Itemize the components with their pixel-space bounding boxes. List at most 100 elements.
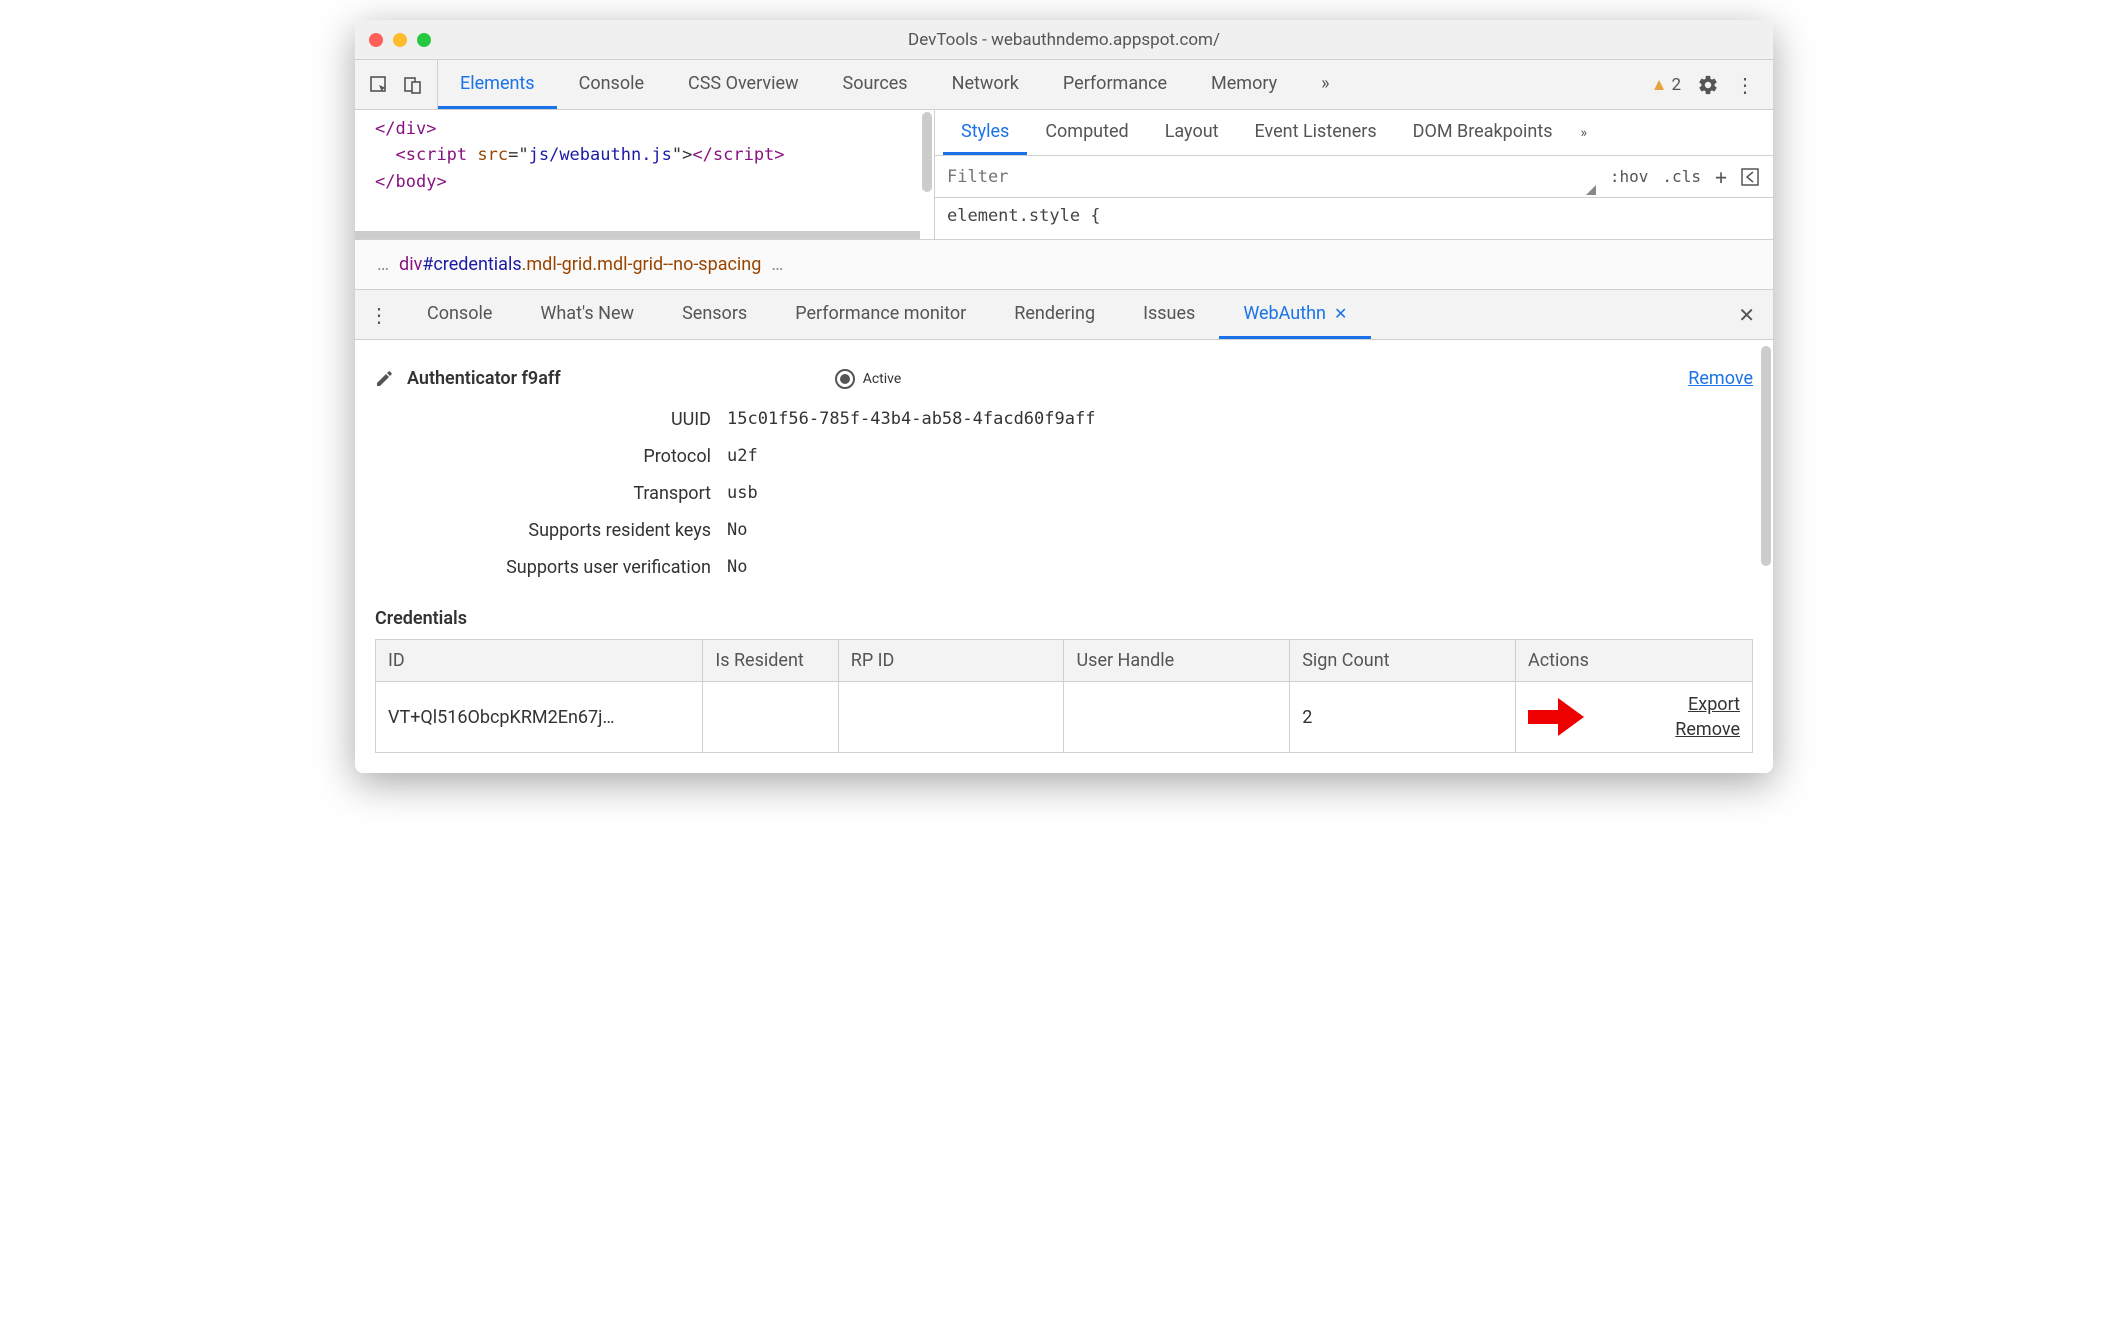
close-window-button[interactable] [369, 33, 383, 47]
th-rp-id: RP ID [838, 640, 1064, 682]
styles-tabs-overflow-icon[interactable]: » [1571, 110, 1598, 155]
prop-label: Supports user verification [467, 557, 727, 578]
annotation-arrow-icon [1528, 696, 1584, 738]
credentials-table: ID Is Resident RP ID User Handle Sign Co… [375, 639, 1753, 753]
styles-filter-buttons: :hov .cls + [1596, 156, 1773, 197]
panel-vscrollbar[interactable] [1761, 346, 1771, 566]
prop-value: No [727, 520, 747, 541]
th-is-resident: Is Resident [703, 640, 838, 682]
dom-breadcrumb[interactable]: … div#credentials.mdl-grid.mdl-grid--no-… [355, 240, 1773, 290]
drawer-tab-webauthn[interactable]: WebAuthn ✕ [1219, 290, 1371, 339]
window-titlebar: DevTools - webauthndemo.appspot.com/ [355, 20, 1773, 60]
cell-id: VT+Ql516ObcpKRM2En67j… [376, 682, 703, 753]
main-toolbar: Elements Console CSS Overview Sources Ne… [355, 60, 1773, 110]
tab-memory[interactable]: Memory [1189, 60, 1299, 109]
table-row: VT+Ql516ObcpKRM2En67j… 2 Export Remove [376, 682, 1753, 753]
dom-vscrollbar[interactable] [922, 112, 932, 192]
active-radio[interactable]: Active [835, 369, 902, 389]
credentials-heading: Credentials [375, 608, 1753, 629]
cell-is-resident [703, 682, 838, 753]
prop-value: 15c01f56-785f-43b4-ab58-4facd60f9aff [727, 409, 1095, 430]
main-tabs: Elements Console CSS Overview Sources Ne… [438, 60, 1633, 109]
breadcrumb-prev[interactable]: … [367, 254, 399, 275]
breadcrumb-item[interactable]: div#credentials.mdl-grid.mdl-grid--no-sp… [399, 254, 761, 275]
hov-toggle[interactable]: :hov [1610, 167, 1649, 186]
tab-elements[interactable]: Elements [438, 60, 557, 109]
maximize-window-button[interactable] [417, 33, 431, 47]
minimize-window-button[interactable] [393, 33, 407, 47]
authenticator-header: Authenticator f9aff Active Remove [375, 368, 1753, 389]
prop-label: Protocol [467, 446, 727, 467]
th-sign-count: Sign Count [1290, 640, 1516, 682]
drawer-menu-icon[interactable]: ⋮ [355, 290, 403, 339]
active-label: Active [863, 371, 902, 387]
add-rule-icon[interactable]: + [1715, 165, 1727, 189]
styles-filter-input[interactable] [935, 156, 1592, 197]
cell-sign-count: 2 [1290, 682, 1516, 753]
prop-value: usb [727, 483, 758, 504]
styles-filter-row: :hov .cls + [935, 156, 1773, 198]
th-user-handle: User Handle [1064, 640, 1290, 682]
cell-actions: Export Remove [1515, 682, 1752, 753]
cls-toggle[interactable]: .cls [1662, 167, 1701, 186]
styles-tab-layout[interactable]: Layout [1147, 110, 1237, 155]
tabs-overflow-icon[interactable]: » [1299, 60, 1351, 109]
tab-performance[interactable]: Performance [1041, 60, 1189, 109]
prop-label: UUID [467, 409, 727, 430]
authenticator-props: UUID 15c01f56-785f-43b4-ab58-4facd60f9af… [375, 409, 1753, 578]
prop-row-protocol: Protocol u2f [467, 446, 1753, 467]
prop-label: Transport [467, 483, 727, 504]
warning-icon: ▲ [1651, 75, 1668, 95]
tab-console[interactable]: Console [557, 60, 666, 109]
element-style-rule[interactable]: element.style { [935, 198, 1773, 234]
breadcrumb-next[interactable]: … [761, 254, 793, 275]
toolbar-right: ▲ 2 ⋮ [1633, 60, 1773, 109]
drawer-tab-performance-monitor[interactable]: Performance monitor [771, 290, 990, 339]
tab-network[interactable]: Network [930, 60, 1041, 109]
styles-tab-dom-breakpoints[interactable]: DOM Breakpoints [1395, 110, 1571, 155]
devtools-window: DevTools - webauthndemo.appspot.com/ Ele… [355, 20, 1773, 773]
drawer-tab-console[interactable]: Console [403, 290, 516, 339]
dom-tree-pane[interactable]: </div> <script src="js/webauthn.js"></sc… [355, 110, 935, 239]
authenticator-title: Authenticator f9aff [407, 368, 561, 389]
drawer-tab-issues[interactable]: Issues [1119, 290, 1219, 339]
th-id: ID [376, 640, 703, 682]
filter-resize-handle[interactable] [1586, 185, 1596, 195]
cell-user-handle [1064, 682, 1290, 753]
prop-row-resident-keys: Supports resident keys No [467, 520, 1753, 541]
traffic-lights [355, 33, 431, 47]
prop-value: u2f [727, 446, 758, 467]
window-title: DevTools - webauthndemo.appspot.com/ [908, 30, 1220, 50]
drawer-tabs: ⋮ Console What's New Sensors Performance… [355, 290, 1773, 340]
prop-label: Supports resident keys [467, 520, 727, 541]
remove-authenticator-link[interactable]: Remove [1688, 368, 1753, 389]
edit-icon[interactable] [375, 370, 393, 388]
drawer-close-icon[interactable]: ✕ [1720, 290, 1773, 339]
prop-value: No [727, 557, 747, 578]
table-header-row: ID Is Resident RP ID User Handle Sign Co… [376, 640, 1753, 682]
device-toggle-icon[interactable] [403, 75, 423, 95]
close-tab-icon[interactable]: ✕ [1334, 304, 1347, 323]
more-icon[interactable]: ⋮ [1735, 73, 1755, 97]
th-actions: Actions [1515, 640, 1752, 682]
styles-tab-event-listeners[interactable]: Event Listeners [1237, 110, 1395, 155]
styles-tab-computed[interactable]: Computed [1027, 110, 1146, 155]
styles-tab-styles[interactable]: Styles [943, 110, 1027, 155]
prop-row-user-verification: Supports user verification No [467, 557, 1753, 578]
computed-toggle-icon[interactable] [1741, 168, 1759, 186]
drawer-tab-rendering[interactable]: Rendering [990, 290, 1119, 339]
toolbar-left-icons [355, 60, 438, 109]
prop-row-transport: Transport usb [467, 483, 1753, 504]
dom-hscrollbar[interactable] [355, 231, 920, 239]
inspect-icon[interactable] [369, 75, 389, 95]
prop-row-uuid: UUID 15c01f56-785f-43b4-ab58-4facd60f9af… [467, 409, 1753, 430]
drawer-tab-sensors[interactable]: Sensors [658, 290, 771, 339]
styles-pane: Styles Computed Layout Event Listeners D… [935, 110, 1773, 239]
radio-icon [835, 369, 855, 389]
tab-sources[interactable]: Sources [821, 60, 930, 109]
drawer-tab-whats-new[interactable]: What's New [516, 290, 658, 339]
cell-rp-id [838, 682, 1064, 753]
settings-icon[interactable] [1697, 74, 1719, 96]
tab-css-overview[interactable]: CSS Overview [666, 60, 821, 109]
warnings-badge[interactable]: ▲ 2 [1651, 75, 1681, 95]
